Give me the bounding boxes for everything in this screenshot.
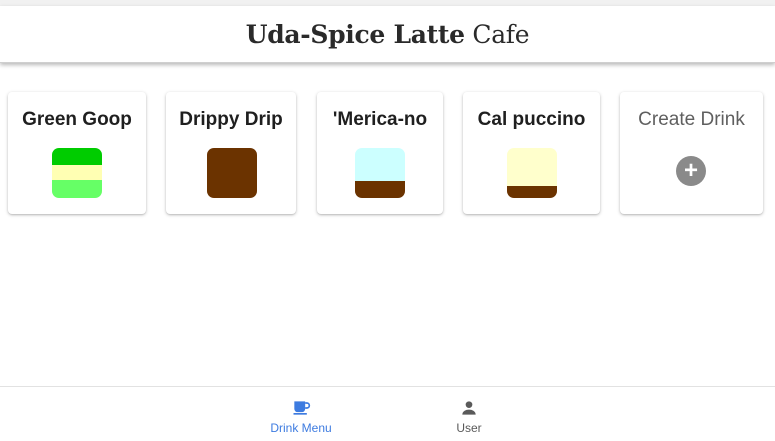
coffee-cup-icon <box>293 401 311 415</box>
drink-name: Cal puccino <box>477 109 586 130</box>
drink-layer <box>355 181 405 198</box>
drink-card-cal-puccino[interactable]: Cal puccino <box>463 92 600 214</box>
drink-name: Drippy Drip <box>179 109 283 130</box>
bottom-nav: Drink Menu User <box>0 386 775 441</box>
drink-graphic <box>207 148 257 198</box>
add-circle-icon[interactable]: + <box>676 156 706 186</box>
drink-name: 'Merica-no <box>332 109 428 130</box>
drink-layer <box>52 180 102 198</box>
drink-card-green-goop[interactable]: Green Goop <box>8 92 146 214</box>
nav-label-user: User <box>456 421 482 435</box>
person-icon <box>462 401 476 415</box>
drink-layer <box>355 148 405 181</box>
nav-user[interactable]: User <box>419 387 519 441</box>
app-title-bold: Uda-Spice Latte <box>245 19 465 49</box>
drink-layer <box>507 186 557 198</box>
drink-graphic <box>507 148 557 198</box>
app-title: Uda-Spice Latte Cafe <box>246 20 530 49</box>
drink-name: Green Goop <box>22 109 132 130</box>
drink-graphic <box>52 148 102 198</box>
nav-drink-menu[interactable]: Drink Menu <box>251 387 351 441</box>
drink-layer <box>507 148 557 186</box>
drink-card-drippy-drip[interactable]: Drippy Drip <box>166 92 296 214</box>
drink-card-merica-no[interactable]: 'Merica-no <box>317 92 443 214</box>
create-drink-card[interactable]: Create Drink + <box>620 92 763 214</box>
drink-layer <box>52 165 102 180</box>
drink-layer <box>207 148 257 198</box>
nav-label-drink-menu: Drink Menu <box>270 421 332 435</box>
app-title-light: Cafe <box>472 19 530 49</box>
drink-graphic <box>355 148 405 198</box>
drink-layer <box>52 148 102 165</box>
app-header: Uda-Spice Latte Cafe <box>0 6 775 63</box>
create-drink-label: Create Drink <box>638 109 745 130</box>
